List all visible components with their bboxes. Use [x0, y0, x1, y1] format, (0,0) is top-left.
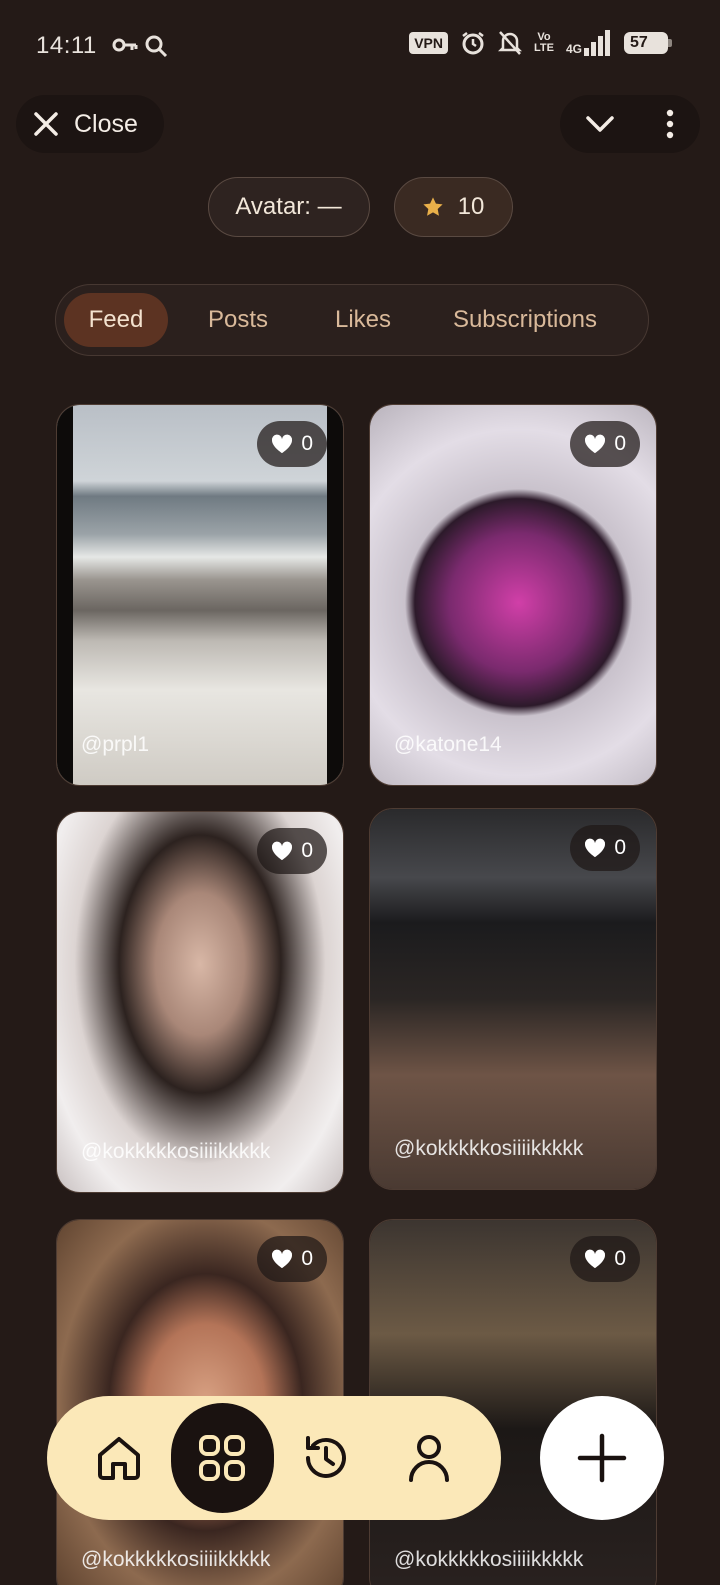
home-icon	[97, 1437, 140, 1480]
like-badge[interactable]: 0	[257, 828, 327, 874]
heart-icon	[272, 1249, 293, 1269]
heart-icon	[272, 434, 293, 454]
tab-likes[interactable]: Likes	[308, 293, 418, 347]
heart-icon	[272, 841, 293, 861]
vpn-badge: VPN	[409, 32, 449, 54]
like-count: 0	[301, 1247, 313, 1270]
post-author: @katone14	[394, 733, 502, 756]
like-badge[interactable]: 0	[257, 1236, 327, 1282]
volte-bottom: LTE	[534, 42, 554, 54]
status-bar: 14:11 VPN Vo LTE 4G 57	[0, 0, 720, 92]
history-icon	[305, 1436, 346, 1478]
status-left-icons	[112, 34, 168, 58]
tab-posts[interactable]: Posts	[168, 293, 308, 347]
grid-icon	[199, 1435, 246, 1481]
post-author: @kokkkkkosiiiikkkkk	[394, 1137, 584, 1160]
nav-history[interactable]	[274, 1403, 378, 1513]
heart-icon	[585, 1249, 606, 1269]
tab-bar: Feed Posts Likes Subscriptions	[55, 284, 649, 356]
profile-icon	[409, 1435, 450, 1482]
post-author: @kokkkkkosiiiikkkkk	[81, 1140, 271, 1163]
heart-icon	[585, 434, 606, 454]
tab-subscriptions[interactable]: Subscriptions	[418, 293, 632, 347]
header-actions	[560, 95, 700, 153]
network-type: 4G	[565, 42, 582, 56]
heart-icon	[585, 838, 606, 858]
profile-chips: Avatar: — 10	[0, 177, 720, 237]
more-menu-icon[interactable]	[664, 108, 676, 140]
volte-indicator: Vo LTE	[534, 32, 554, 54]
nav-profile[interactable]	[378, 1403, 482, 1513]
post-card[interactable]: 0 @prpl1	[56, 404, 344, 786]
key-icon	[112, 38, 138, 52]
like-badge[interactable]: 0	[570, 1236, 640, 1282]
nav-grid[interactable]	[170, 1403, 274, 1513]
signal-indicator: 4G	[566, 30, 612, 56]
post-author: @prpl1	[81, 733, 150, 756]
like-count: 0	[614, 836, 626, 859]
close-label: Close	[74, 109, 138, 138]
battery-icon: 57	[624, 32, 672, 54]
signal-icon	[584, 30, 610, 56]
like-count: 0	[614, 1247, 626, 1270]
close-button[interactable]: Close	[16, 95, 164, 153]
mute-icon	[498, 31, 523, 55]
like-count: 0	[301, 839, 313, 862]
post-author: @kokkkkkosiiiikkkkk	[394, 1548, 584, 1571]
like-count: 0	[614, 432, 626, 455]
like-badge[interactable]: 0	[570, 421, 640, 467]
plus-icon	[577, 1433, 627, 1483]
status-right-icons: VPN Vo LTE 4G 57	[409, 30, 672, 56]
stars-count: 10	[457, 193, 485, 220]
status-time: 14:11	[36, 32, 97, 59]
post-card[interactable]: 0 @katone14	[369, 404, 657, 786]
post-card[interactable]: 0 @kokkkkkosiiiikkkkk	[56, 811, 344, 1193]
bottom-nav	[47, 1396, 501, 1520]
stars-chip[interactable]: 10	[393, 177, 513, 237]
search-icon	[145, 35, 168, 58]
like-badge[interactable]: 0	[257, 421, 327, 467]
post-card[interactable]: 0 @kokkkkkosiiiikkkkk	[369, 808, 657, 1190]
close-icon	[34, 112, 58, 136]
avatar-chip[interactable]: Avatar: —	[207, 177, 370, 237]
post-author: @kokkkkkosiiiikkkkk	[81, 1548, 271, 1571]
like-count: 0	[301, 432, 313, 455]
tab-feed[interactable]: Feed	[64, 293, 168, 347]
chevron-down-icon[interactable]	[584, 108, 616, 140]
star-icon	[423, 197, 443, 216]
alarm-icon	[462, 32, 484, 55]
create-post-button[interactable]	[540, 1396, 664, 1520]
battery-level: 57	[630, 34, 648, 51]
like-badge[interactable]: 0	[570, 825, 640, 871]
nav-home[interactable]	[67, 1403, 171, 1513]
